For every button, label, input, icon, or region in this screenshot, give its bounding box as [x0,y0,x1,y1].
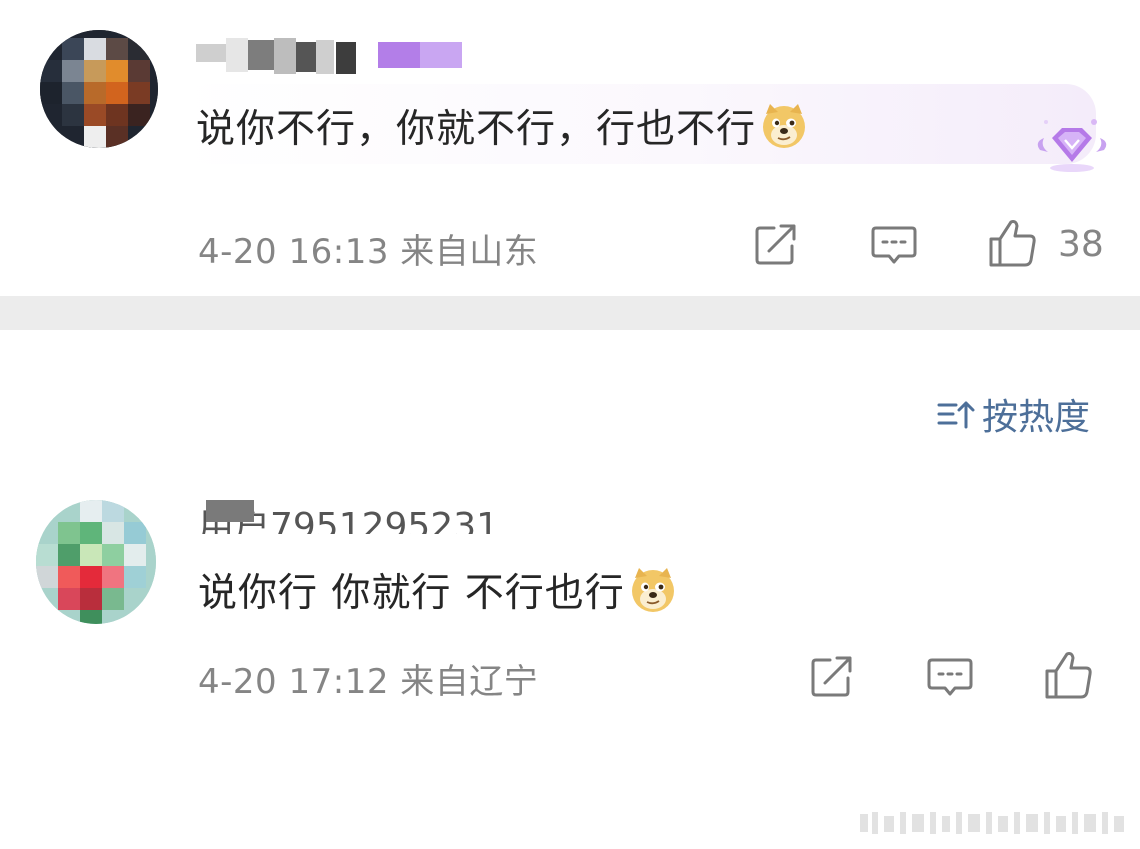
like-button[interactable] [1042,648,1094,700]
username-redacted[interactable] [196,36,466,76]
comment-icon [927,658,973,696]
comment-time: 4-20 16:13 [198,232,389,272]
diamond-badge-icon [1032,112,1112,176]
sort-by-hot-button[interactable]: 按热度 [936,388,1090,440]
thumbs-up-icon [1045,652,1092,699]
sort-icon [936,397,976,431]
share-icon [811,656,852,697]
comment-text: 说你行 你就行 不行也行 [198,562,677,618]
comment-time: 4-20 17:12 [198,662,389,702]
comment-body: 说你行 你就行 不行也行 [198,571,625,616]
comment-location: 来自辽宁 [400,662,539,702]
watermark [860,810,1130,836]
thumbs-up-icon [989,220,1036,267]
avatar[interactable] [40,30,158,148]
comment-body: 说你不行，你就不行，行也不行 [196,107,757,152]
share-icon [755,224,796,265]
comment-icon [871,226,917,264]
like-button[interactable] [986,216,1038,268]
share-button[interactable] [750,218,802,270]
reply-button[interactable] [924,650,976,702]
avatar[interactable] [36,500,156,624]
doge-emoji-icon [629,566,677,614]
comment-text: 说你不行，你就不行，行也不行 [196,98,808,154]
section-divider [0,296,1140,330]
like-count: 38 [1058,224,1104,265]
comment-meta: 4-20 16:13 来自山东 [198,224,538,273]
comment-location: 来自山东 [400,232,539,272]
doge-emoji-icon [760,102,808,150]
username-redaction [206,500,254,522]
reply-button[interactable] [868,218,920,270]
share-button[interactable] [806,650,858,702]
sort-label: 按热度 [982,397,1091,438]
comment-meta: 4-20 17:12 来自辽宁 [198,654,538,703]
